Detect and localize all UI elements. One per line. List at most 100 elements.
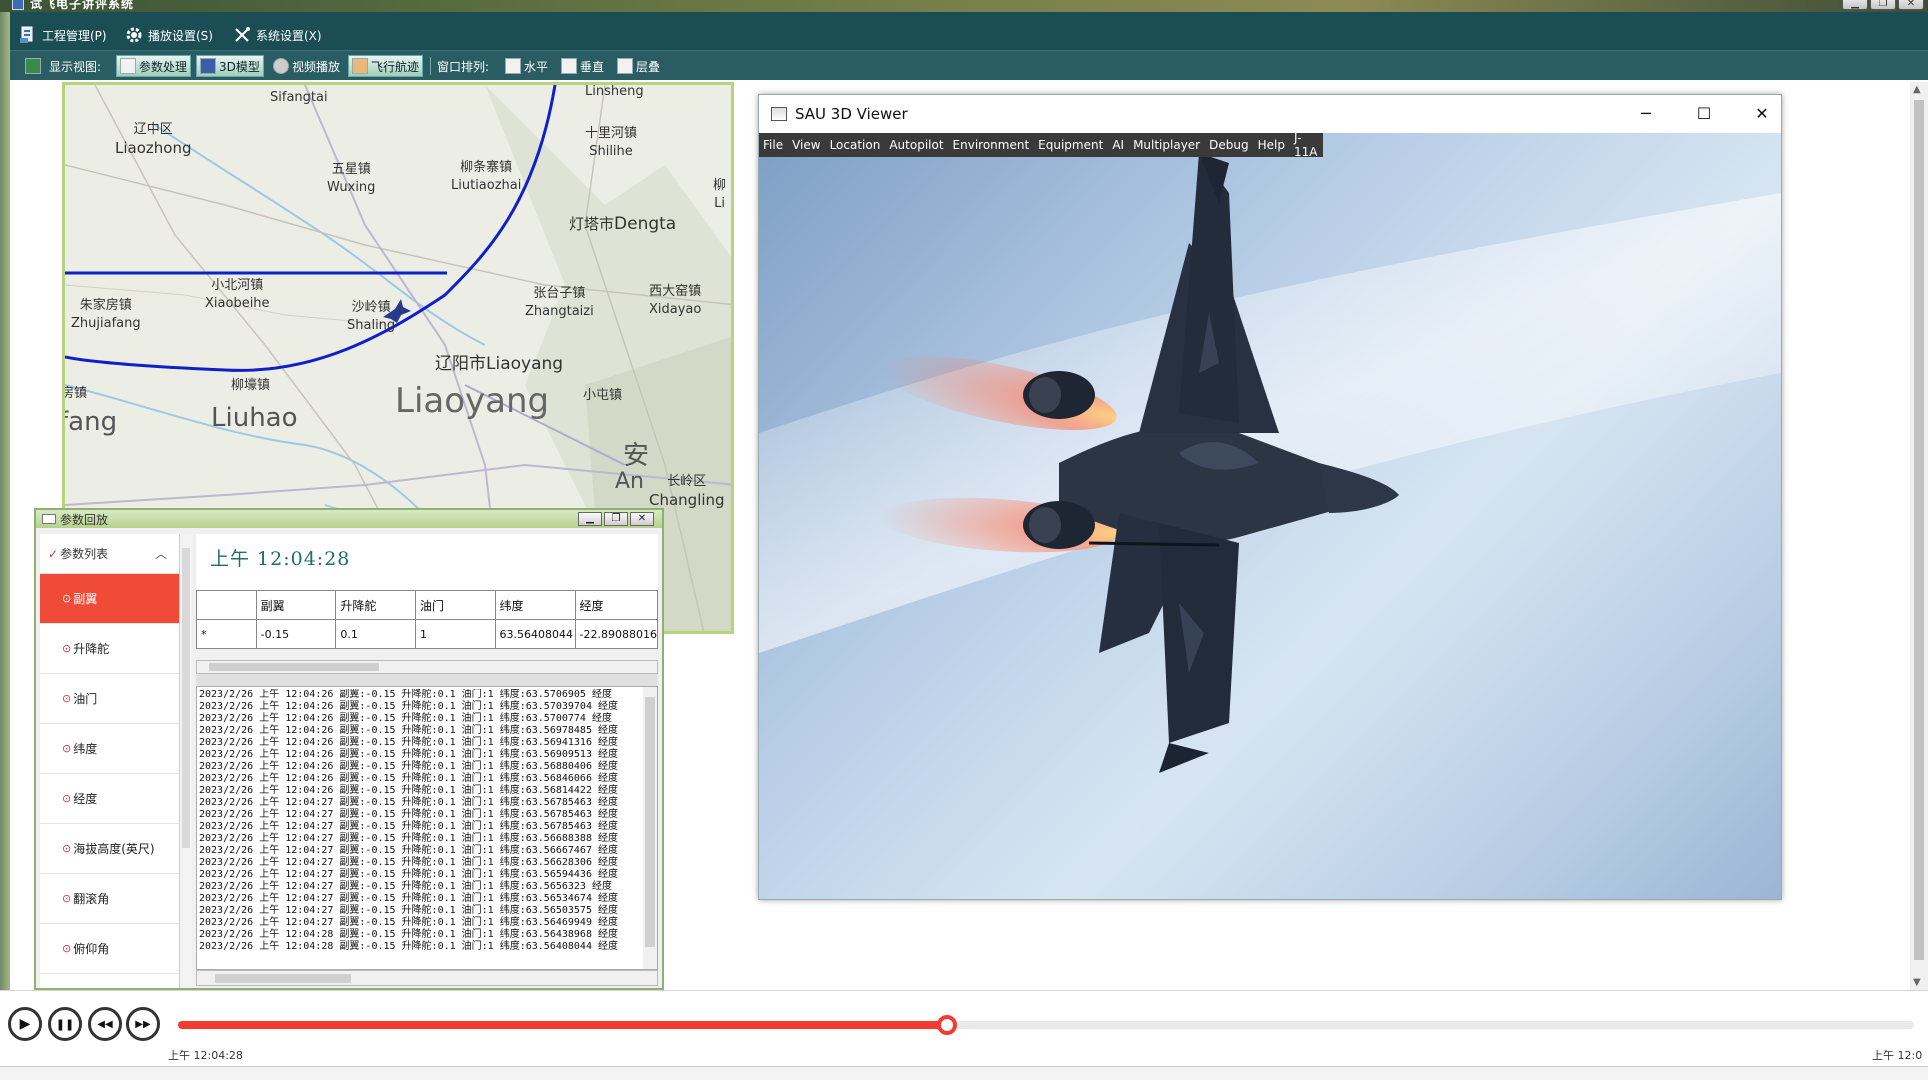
table-column-header[interactable]	[196, 590, 257, 620]
param-list-item[interactable]: ⊙ 纬度	[40, 724, 179, 774]
scrollbar-thumb[interactable]	[1914, 100, 1924, 960]
rewind-button[interactable]: ◀◀	[88, 1007, 122, 1041]
param-list-scrollbar[interactable]	[180, 534, 192, 988]
map-label: 长岭区 Changling	[649, 474, 725, 509]
log-line: 2023/2/26 上午 12:04:26 副翼:-0.15 升降舵:0.1 油…	[199, 713, 612, 724]
param-log[interactable]: 2023/2/26 上午 12:04:26 副翼:-0.15 升降舵:0.1 油…	[196, 686, 658, 970]
param-playback-window[interactable]: 参数回放 ▁ ❐ ✕ ✓ 参数列表 ︿ ⊙ 副翼 ⊙ 升降舵 ⊙ 油门 ⊙ 纬度 ⊙ 经度 ⊙ 海拔高…	[34, 508, 664, 990]
table-column-header[interactable]: 纬度	[494, 590, 576, 620]
param-list-item[interactable]: ⊙ 俯仰角	[40, 924, 179, 974]
param-table: 副翼 升降舵 油门 纬度 经度 * -0.15 0.1 1 63.56408044 -22.890…	[196, 590, 659, 649]
table-column-header[interactable]: 副翼	[255, 590, 337, 620]
view-toggle-track[interactable]: 飞行航迹	[348, 55, 424, 77]
scroll-down-icon[interactable]: ▼	[1913, 977, 1921, 988]
param-list-item-label: 油门	[73, 692, 98, 706]
viewer-menu-item[interactable]: Environment	[953, 138, 1030, 152]
scrollbar-thumb[interactable]	[182, 548, 190, 848]
viewer-menu-item[interactable]: J-11A	[1294, 131, 1317, 159]
menu-system-settings[interactable]: 系统设置(X)	[232, 24, 322, 46]
viewer-menu-item[interactable]: File	[763, 138, 783, 152]
param-list-item[interactable]: ⊙ 翻滚角	[40, 874, 179, 924]
arrange-vertical[interactable]: 垂直	[558, 55, 607, 77]
map-label: 张台子镇 Zhangtaizi	[525, 286, 594, 319]
view-toggle-params[interactable]: 参数处理	[116, 55, 192, 77]
param-list-item[interactable]: ⊙ 海拔高度(英尺)	[40, 824, 179, 874]
radio-icon: ⊙	[62, 792, 72, 805]
viewer-close-button[interactable]: ✕	[1739, 101, 1785, 127]
viewer-menu-item[interactable]: Location	[830, 138, 881, 152]
play-button[interactable]: ▶	[8, 1007, 42, 1041]
maximize-button[interactable]: ❐	[1870, 0, 1896, 10]
maximize-button[interactable]: ❐	[604, 512, 628, 526]
toolbar-pin[interactable]	[22, 55, 47, 77]
param-list-item[interactable]: ⊙ 经度	[40, 774, 179, 824]
table-column-header[interactable]: 升降舵	[335, 590, 416, 620]
rewind-icon: ◀◀	[97, 1018, 113, 1030]
table-cell[interactable]: 63.56408044	[494, 619, 576, 649]
close-button[interactable]: ✕	[1898, 0, 1924, 10]
viewer-menu-item[interactable]: View	[792, 138, 820, 152]
viewer-maximize-button[interactable]: ☐	[1681, 101, 1727, 127]
log-horizontal-scrollbar[interactable]	[196, 970, 658, 986]
pause-button[interactable]: ❚❚	[48, 1007, 82, 1041]
play-icon: ▶	[19, 1016, 31, 1032]
viewer-menu-item[interactable]: Help	[1258, 138, 1285, 152]
table-cell[interactable]: -0.15	[255, 619, 337, 649]
scrollbar-thumb[interactable]	[645, 697, 655, 947]
viewer-menu-item[interactable]: AI	[1112, 138, 1124, 152]
chevron-up-icon[interactable]: ︿	[155, 545, 167, 562]
param-list-item[interactable]: ⊙ 升降舵	[40, 624, 179, 674]
log-line: 2023/2/26 上午 12:04:27 副翼:-0.15 升降舵:0.1 油…	[199, 869, 618, 880]
table-cell[interactable]: 0.1	[335, 619, 416, 649]
log-line: 2023/2/26 上午 12:04:26 副翼:-0.15 升降舵:0.1 油…	[199, 737, 618, 748]
table-scrollbar[interactable]	[196, 660, 658, 674]
table-column-header[interactable]: 油门	[414, 590, 496, 620]
viewer-menu-item[interactable]: Multiplayer	[1133, 138, 1200, 152]
route-icon	[352, 58, 368, 74]
map-region-label: 安	[623, 441, 650, 471]
sau-3d-viewer-window[interactable]: SAU 3D Viewer ─ ☐ ✕ File View Location A…	[758, 94, 1782, 900]
menu-project[interactable]: 工程管理(P)	[18, 24, 107, 46]
viewer-menu-item[interactable]: Equipment	[1038, 138, 1103, 152]
map-label: 辽中区 Liaozhong	[115, 122, 192, 157]
param-window-titlebar[interactable]: 参数回放	[36, 510, 662, 528]
table-cell[interactable]: 1	[414, 619, 496, 649]
viewer-menu-item[interactable]: Debug	[1209, 138, 1248, 152]
viewer-menu-item[interactable]: Autopilot	[889, 138, 943, 152]
scrollbar-thumb[interactable]	[209, 663, 379, 671]
view-toggle-3d[interactable]: 3D模型	[196, 55, 264, 77]
map-region-label: An	[615, 469, 644, 494]
log-line: 2023/2/26 上午 12:04:26 副翼:-0.15 升降舵:0.1 油…	[199, 773, 618, 784]
table-header-row: 副翼 升降舵 油门 纬度 经度	[196, 590, 659, 620]
minimize-button[interactable]: ▁	[578, 512, 602, 526]
current-time-label: 上午 12:04:28	[168, 1049, 243, 1062]
param-list-item[interactable]: ⊙ 油门	[40, 674, 179, 724]
param-list-item[interactable]: ⊙ 副翼	[40, 574, 179, 624]
close-button[interactable]: ✕	[630, 512, 654, 526]
view-toggle-video[interactable]: 视频播放	[270, 55, 343, 77]
minimize-button[interactable]: ▁	[1842, 0, 1868, 10]
view-3d-label: 3D模型	[219, 59, 260, 74]
table-row[interactable]: * -0.15 0.1 1 63.56408044 -22.89088016	[196, 619, 659, 649]
log-line: 2023/2/26 上午 12:04:27 副翼:-0.15 升降舵:0.1 油…	[199, 821, 618, 832]
menu-playback-settings[interactable]: 播放设置(S)	[124, 24, 213, 46]
map-label: 柳条寨镇 Liutiaozhai	[451, 160, 522, 193]
table-column-header[interactable]: 经度	[574, 590, 659, 620]
progress-handle[interactable]	[937, 1015, 958, 1035]
forward-button[interactable]: ▶▶	[126, 1007, 160, 1041]
arrange-horizontal[interactable]: 水平	[502, 55, 551, 77]
log-scrollbar[interactable]	[643, 687, 657, 969]
workspace-scrollbar[interactable]: ▲ ▼	[1910, 82, 1928, 990]
app-title-bar: 试飞电子讲评系统 ▁ ❐ ✕	[0, 0, 1928, 12]
3d-scene[interactable]	[759, 133, 1781, 899]
scrollbar-thumb[interactable]	[215, 974, 351, 983]
arrange-cascade[interactable]: 层叠	[614, 55, 663, 77]
vertical-icon	[561, 58, 577, 74]
viewer-minimize-button[interactable]: ─	[1623, 101, 1669, 127]
progress-slider[interactable]	[178, 1015, 1914, 1035]
scroll-up-icon[interactable]: ▲	[1913, 84, 1921, 95]
table-cell[interactable]: -22.89088016	[574, 619, 659, 649]
param-list-header[interactable]: ✓ 参数列表 ︿	[40, 534, 179, 574]
log-line: 2023/2/26 上午 12:04:27 副翼:-0.15 升降舵:0.1 油…	[199, 905, 618, 916]
table-cell[interactable]: *	[196, 619, 257, 649]
